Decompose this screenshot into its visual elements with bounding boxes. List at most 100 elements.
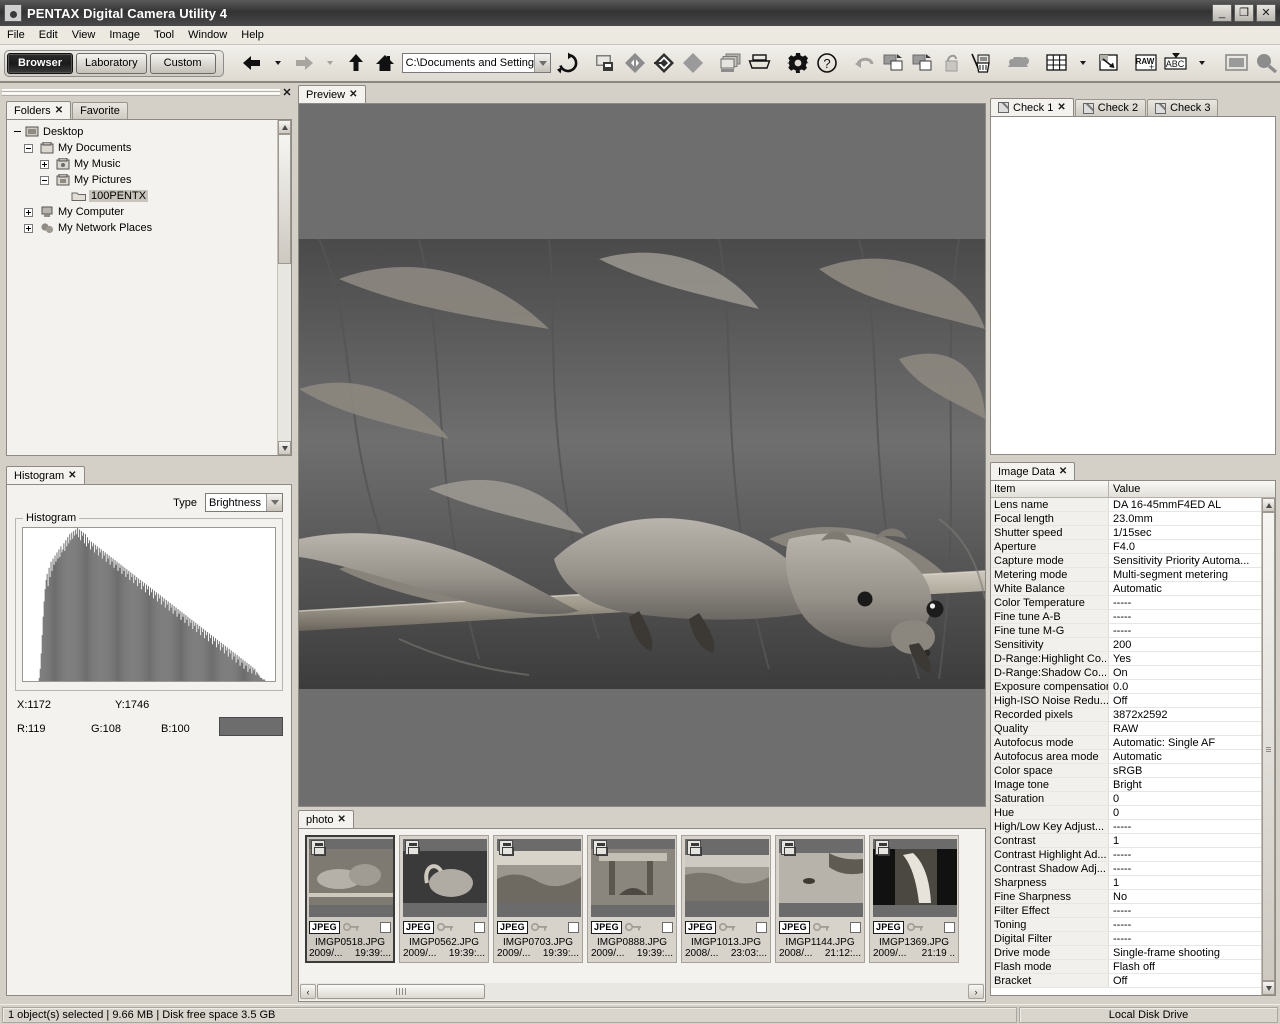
- expander-plus-icon[interactable]: [40, 159, 49, 169]
- check-body[interactable]: [990, 116, 1276, 455]
- path-combobox[interactable]: C:\Documents and Setting: [401, 53, 551, 73]
- tree-item-my-music[interactable]: My Music: [13, 156, 291, 172]
- select-checkbox[interactable]: [662, 921, 673, 933]
- image-data-row[interactable]: Toning -----: [991, 918, 1261, 932]
- image-data-row[interactable]: Contrast Shadow Adj... -----: [991, 862, 1261, 876]
- fit-window-icon[interactable]: [1223, 49, 1251, 77]
- scrollbar-track[interactable]: [317, 984, 967, 999]
- expander-minus-icon[interactable]: [24, 143, 33, 153]
- image-data-row[interactable]: Drive mode Single-frame shooting: [991, 946, 1261, 960]
- close-button[interactable]: ✕: [1256, 4, 1276, 22]
- save-icon[interactable]: [592, 49, 620, 77]
- image-data-row[interactable]: Saturation 0: [991, 792, 1261, 806]
- thumbnail-item[interactable]: JPEG IMGP1369.JPG 2009/... 21:19 ..: [869, 835, 959, 963]
- tree-item-my-documents[interactable]: My Documents: [13, 140, 291, 156]
- raw-develop-icon[interactable]: RAW +: [1133, 49, 1161, 77]
- menu-tool[interactable]: Tool: [147, 28, 181, 42]
- image-data-row[interactable]: Capture mode Sensitivity Priority Automa.…: [991, 554, 1261, 568]
- thumbnail-scrollbar[interactable]: ‹ ›: [300, 983, 984, 1000]
- image-data-row[interactable]: Contrast 1: [991, 834, 1261, 848]
- column-header-value[interactable]: Value: [1109, 481, 1275, 497]
- paste-icon[interactable]: [909, 49, 937, 77]
- minimize-button[interactable]: _: [1212, 4, 1232, 22]
- image-data-row[interactable]: Recorded pixels 3872x2592: [991, 708, 1261, 722]
- thumbnail-image[interactable]: [497, 839, 581, 917]
- thumbnail-item[interactable]: JPEG IMGP0518.JPG 2009/... 19:39:...: [305, 835, 395, 963]
- select-checkbox[interactable]: [380, 921, 391, 933]
- splitter-grip[interactable]: [2, 89, 280, 96]
- left-panel-splitter[interactable]: ✕: [2, 85, 294, 100]
- restore-button[interactable]: ❐: [1234, 4, 1254, 22]
- tab-folders-close-icon[interactable]: ✕: [55, 105, 63, 116]
- image-data-row[interactable]: Exposure compensation 0.0: [991, 680, 1261, 694]
- slideshow-icon[interactable]: [717, 49, 745, 77]
- image-data-row[interactable]: Fine tune M-G -----: [991, 624, 1261, 638]
- home-icon[interactable]: [371, 49, 399, 77]
- expander-minus-icon[interactable]: [40, 175, 49, 185]
- histogram-type-dropdown-icon[interactable]: [266, 494, 282, 511]
- path-input[interactable]: C:\Documents and Setting: [403, 57, 534, 69]
- close-left-panel-button[interactable]: ✕: [280, 86, 294, 99]
- menu-help[interactable]: Help: [234, 28, 271, 42]
- thumbnail-item[interactable]: JPEG IMGP1144.JPG 2008/... 21:12:...: [775, 835, 865, 963]
- scrollbar-track[interactable]: [1262, 512, 1275, 981]
- select-checkbox[interactable]: [944, 921, 955, 933]
- image-data-row[interactable]: D-Range:Shadow Co... On: [991, 666, 1261, 680]
- histogram-type-select[interactable]: Brightness: [205, 493, 283, 512]
- tab-histogram-close-icon[interactable]: ✕: [68, 470, 76, 481]
- image-data-row[interactable]: Digital Filter -----: [991, 932, 1261, 946]
- tree-item-100pentx[interactable]: 100PENTX: [13, 188, 291, 204]
- tree-item-my-network-places[interactable]: My Network Places: [13, 220, 291, 236]
- thumbnail-item[interactable]: JPEG IMGP0703.JPG 2009/... 19:39:...: [493, 835, 583, 963]
- tree-item-my-pictures[interactable]: My Pictures: [13, 172, 291, 188]
- thumbnail-image[interactable]: [685, 839, 769, 917]
- preview-image[interactable]: [299, 239, 985, 689]
- tab-preview-close-icon[interactable]: ✕: [349, 89, 357, 100]
- image-data-row[interactable]: High/Low Key Adjust... -----: [991, 820, 1261, 834]
- menu-image[interactable]: Image: [102, 28, 147, 42]
- thumbnail-item[interactable]: JPEG IMGP0562.JPG 2009/... 19:39:...: [399, 835, 489, 963]
- scroll-down-button[interactable]: [278, 441, 291, 455]
- tab-folders[interactable]: Folders ✕: [6, 101, 72, 119]
- tab-check-3[interactable]: Check 3: [1147, 99, 1219, 116]
- select-checkbox[interactable]: [474, 921, 485, 933]
- thumbnail-image[interactable]: [403, 839, 487, 917]
- image-data-row[interactable]: High-ISO Noise Redu... Off: [991, 694, 1261, 708]
- menu-view[interactable]: View: [65, 28, 103, 42]
- image-data-row[interactable]: Sensitivity 200: [991, 638, 1261, 652]
- refresh-icon[interactable]: [554, 49, 582, 77]
- abc-tag-icon[interactable]: ABC: [1162, 49, 1190, 77]
- image-data-row[interactable]: Hue 0: [991, 806, 1261, 820]
- image-data-row[interactable]: Lens name DA 16-45mmF4ED AL: [991, 498, 1261, 512]
- image-data-row[interactable]: Image tone Bright: [991, 778, 1261, 792]
- menu-file[interactable]: File: [0, 28, 32, 42]
- tab-favorite[interactable]: Favorite: [72, 102, 128, 119]
- scroll-right-button[interactable]: ›: [968, 984, 984, 999]
- image-data-row[interactable]: Shutter speed 1/15sec: [991, 526, 1261, 540]
- image-data-row[interactable]: Contrast Highlight Ad... -----: [991, 848, 1261, 862]
- thumbnail-image[interactable]: [309, 839, 393, 917]
- thumbnail-image[interactable]: [779, 839, 863, 917]
- back-arrow-icon[interactable]: [238, 49, 266, 77]
- scrollbar-thumb[interactable]: [317, 984, 485, 999]
- scrollbar-thumb[interactable]: [278, 134, 291, 264]
- up-folder-icon[interactable]: [342, 49, 370, 77]
- image-data-row[interactable]: Sharpness 1: [991, 876, 1261, 890]
- copy-icon[interactable]: [880, 49, 908, 77]
- scrollbar-thumb[interactable]: [1262, 512, 1275, 981]
- tab-photo[interactable]: photo ✕: [298, 810, 354, 828]
- folder-tree-scrollbar[interactable]: [277, 120, 291, 455]
- scroll-left-button[interactable]: ‹: [300, 984, 316, 999]
- thumbnail-image[interactable]: [873, 839, 957, 917]
- image-data-row[interactable]: Quality RAW: [991, 722, 1261, 736]
- tab-image-data[interactable]: Image Data ✕: [990, 462, 1076, 480]
- image-data-row[interactable]: Aperture F4.0: [991, 540, 1261, 554]
- mode-custom-button[interactable]: Custom: [149, 52, 216, 74]
- help-question-icon[interactable]: ?: [813, 49, 841, 77]
- image-data-row[interactable]: Fine tune A-B -----: [991, 610, 1261, 624]
- tab-check-1[interactable]: Check 1 ✕: [990, 98, 1074, 116]
- select-checkbox[interactable]: [756, 921, 767, 933]
- column-header-item[interactable]: Item: [991, 481, 1109, 497]
- image-data-row[interactable]: White Balance Automatic: [991, 582, 1261, 596]
- image-data-row[interactable]: D-Range:Highlight Co... Yes: [991, 652, 1261, 666]
